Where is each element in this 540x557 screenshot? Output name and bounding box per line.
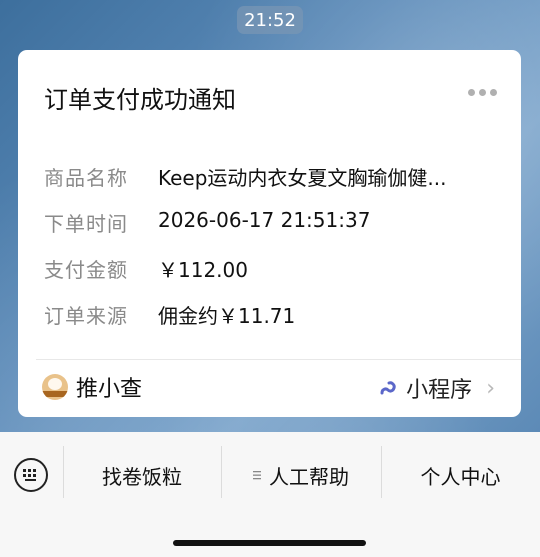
chevron-right-icon: › bbox=[486, 375, 495, 401]
timestamp-pill: 21:52 bbox=[237, 6, 303, 34]
timestamp: 21:52 bbox=[244, 9, 296, 31]
dot bbox=[490, 89, 497, 96]
brand-avatar bbox=[42, 374, 68, 400]
menu-item-human-help[interactable]: 人工帮助 bbox=[221, 445, 381, 505]
row-product-name: 商品名称 Keep运动内衣女夏文胸瑜伽健... bbox=[44, 162, 447, 191]
menu-item-label: 找卷饭粒 bbox=[102, 464, 182, 489]
avatar-band bbox=[42, 391, 68, 397]
row-key: 商品名称 bbox=[44, 166, 128, 190]
row-key: 订单来源 bbox=[44, 304, 128, 328]
menu-item-personal-center[interactable]: 个人中心 bbox=[381, 445, 540, 505]
card-title: 订单支付成功通知 bbox=[44, 86, 236, 114]
mini-program-label: 小程序 bbox=[406, 378, 473, 403]
menu-item-label: 个人中心 bbox=[420, 464, 501, 489]
home-indicator bbox=[173, 540, 366, 546]
keyboard-icon bbox=[23, 469, 36, 481]
brand-name: 推小查 bbox=[76, 377, 143, 402]
row-value: 2026-06-17 21:51:37 bbox=[158, 208, 371, 232]
mini-program-icon bbox=[380, 381, 396, 395]
row-payment-amount: 支付金额 ￥112.00 bbox=[44, 254, 248, 283]
row-value: ￥112.00 bbox=[158, 258, 248, 282]
menu-item-label: 人工帮助 bbox=[269, 464, 349, 489]
menu-item-find-coupons[interactable]: 找卷饭粒 bbox=[63, 445, 221, 505]
keyboard-toggle-button[interactable] bbox=[14, 458, 48, 492]
notification-card[interactable]: 订单支付成功通知 商品名称 Keep运动内衣女夏文胸瑜伽健... 下单时间 20… bbox=[18, 50, 521, 417]
row-value: Keep运动内衣女夏文胸瑜伽健... bbox=[158, 166, 447, 190]
bottom-menu-bar: 找卷饭粒 人工帮助 个人中心 bbox=[0, 432, 540, 557]
divider bbox=[36, 359, 521, 360]
row-key: 下单时间 bbox=[44, 212, 128, 236]
more-options-icon[interactable] bbox=[468, 89, 497, 96]
submenu-icon bbox=[253, 471, 261, 480]
row-order-source: 订单来源 佣金约￥11.71 bbox=[44, 300, 295, 329]
row-order-time: 下单时间 2026-06-17 21:51:37 bbox=[44, 208, 370, 237]
mini-program-link[interactable]: 小程序 › bbox=[378, 372, 495, 404]
row-value: 佣金约￥11.71 bbox=[158, 304, 296, 328]
dot bbox=[468, 89, 475, 96]
row-key: 支付金额 bbox=[44, 258, 128, 282]
dot bbox=[479, 89, 486, 96]
avatar-face bbox=[48, 378, 62, 390]
brand-link[interactable]: 推小查 bbox=[42, 371, 142, 403]
